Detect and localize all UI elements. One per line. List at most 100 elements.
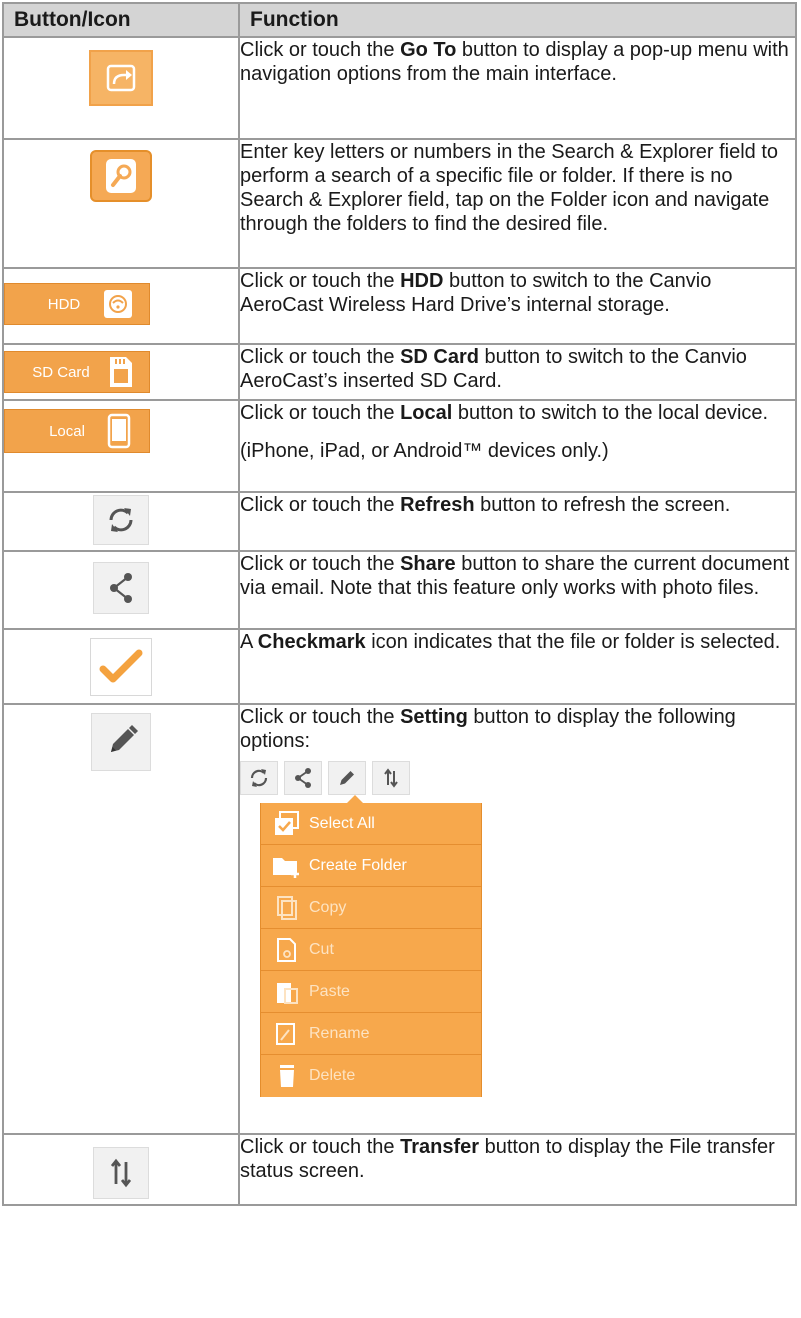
menu-item-cut: Cut [261,929,481,971]
row-description: Click or touch the Transfer button to di… [238,1133,797,1206]
transfer-button [93,1147,149,1199]
description-text: Click or touch the Transfer button to di… [240,1135,795,1183]
table-row: Click or touch the Refresh button to ref… [2,491,797,552]
menu-item-create-folder: Create Folder [261,845,481,887]
sd-card-button: SD Card [4,351,150,393]
table-row: SD Card Click or touch the SD Card butto… [2,343,797,401]
description-bold-term: Go To [400,39,457,61]
cut-icon [269,933,305,967]
row-description: Click or touch the Share button to share… [238,550,797,630]
go-to-button [89,50,153,106]
header-button-icon: Button/Icon [2,2,240,38]
pencil-icon [340,771,354,785]
copy-icon [269,891,305,925]
local-button: Local [4,409,150,453]
hdd-button-label: HDD [47,295,81,313]
description-segment: Click or touch the [240,706,401,728]
rename-icon [269,1017,305,1051]
description-segment: Enter key letters or numbers in the Sear… [240,141,779,235]
refresh-icon [250,769,268,787]
toolbar [240,761,480,795]
share-icon [295,768,311,788]
toolbar-transfer-button [372,761,410,795]
description-bold-term: Share [400,553,456,575]
description-bold-term: HDD [400,270,444,292]
share-icon [110,573,132,603]
local-device-note: (iPhone, iPad, or Android™ devices only.… [240,440,609,462]
description-bold-term: SD Card [400,346,479,368]
description-text: Click or touch the Refresh button to ref… [240,493,795,517]
description-segment: button to refresh the screen. [474,494,731,516]
menu-item-delete: Delete [261,1055,481,1097]
sd-card-icon [110,357,132,387]
description-segment: Click or touch the [240,553,401,575]
description-segment: Click or touch the [240,39,401,61]
menu-item-select-all: Select All [261,803,481,845]
create-folder-icon [269,849,305,883]
description-text: Enter key letters or numbers in the Sear… [240,140,795,236]
table-row: HDD Click or touch the HDD button to swi… [2,267,797,345]
hdd-button: HDD [4,283,150,325]
hdd-icon [104,290,132,318]
description-bold-term: Setting [400,706,468,728]
description-text: Click or touch the Local button to switc… [240,401,795,425]
share-button [93,562,149,614]
description-bold-term: Checkmark [257,631,366,653]
row-description: Click or touch the Refresh button to ref… [238,491,797,552]
table-row: A Checkmark icon indicates that the file… [2,628,797,705]
toolbar-setting-button [328,761,366,795]
description-text: A Checkmark icon indicates that the file… [240,630,795,654]
description-segment: Click or touch the [240,494,401,516]
checkmark-icon [99,649,143,683]
transfer-icon [384,768,398,788]
description-segment: button to switch to the local device. [452,402,769,424]
row-description: Click or touch the Setting button to dis… [238,703,797,1135]
description-text: Click or touch the Share button to share… [240,552,795,600]
checkmark-box [90,638,152,696]
description-text: Click or touch the SD Card button to swi… [240,345,795,393]
description-segment: icon indicates that the file or folder i… [365,631,781,653]
toolbar-share-button [284,761,322,795]
paste-icon [269,975,305,1009]
table-header-row: Button/Icon Function [2,2,797,38]
description-segment: Click or touch the [240,346,401,368]
description-text: Click or touch the Go To button to displ… [240,38,795,86]
search-button [90,150,152,202]
table-row: Click or touch the Transfer button to di… [2,1133,797,1206]
description-segment: Click or touch the [240,402,401,424]
menu-item-rename: Rename [261,1013,481,1055]
description-text: Click or touch the HDD button to switch … [240,269,795,317]
description-text: Click or touch the Setting button to dis… [240,705,795,753]
description-segment: A [240,631,258,653]
row-description: Click or touch the Go To button to displ… [238,36,797,140]
row-description: Click or touch the Local button to switc… [238,399,797,493]
toolbar-refresh-button [240,761,278,795]
local-button-label: Local [49,422,85,440]
delete-icon [269,1059,305,1093]
description-segment: Click or touch the [240,1136,401,1158]
setting-options-menu: Select All Create Folder Copy Cut Paste … [260,795,482,1097]
refresh-button [93,495,149,545]
description-bold-term: Transfer [400,1136,480,1158]
description-segment: Click or touch the [240,270,401,292]
row-description: Click or touch the HDD button to switch … [238,267,797,345]
setting-menu-illustration: Select All Create Folder Copy Cut Paste … [240,761,482,1097]
table-row: Click or touch the Setting button to dis… [2,703,797,1135]
search-icon [106,159,136,193]
select-all-icon [269,807,305,841]
menu-item-copy: Copy [261,887,481,929]
row-description: A Checkmark icon indicates that the file… [238,628,797,705]
table-row: Local Click or touch the Local button to… [2,399,797,493]
table-row: Click or touch the Go To button to displ… [2,36,797,140]
go-to-icon [106,64,136,92]
header-function: Function [238,2,797,38]
description-bold-term: Refresh [400,494,475,516]
button-icon-table: Button/Icon Function Click or touch the … [2,2,797,1206]
menu-item-paste: Paste [261,971,481,1013]
row-description: Enter key letters or numbers in the Sear… [238,138,797,269]
transfer-icon [110,1158,132,1188]
pencil-icon [111,725,138,752]
sd-card-button-label: SD Card [32,363,90,381]
table-row: Click or touch the Share button to share… [2,550,797,630]
refresh-icon [109,508,133,532]
